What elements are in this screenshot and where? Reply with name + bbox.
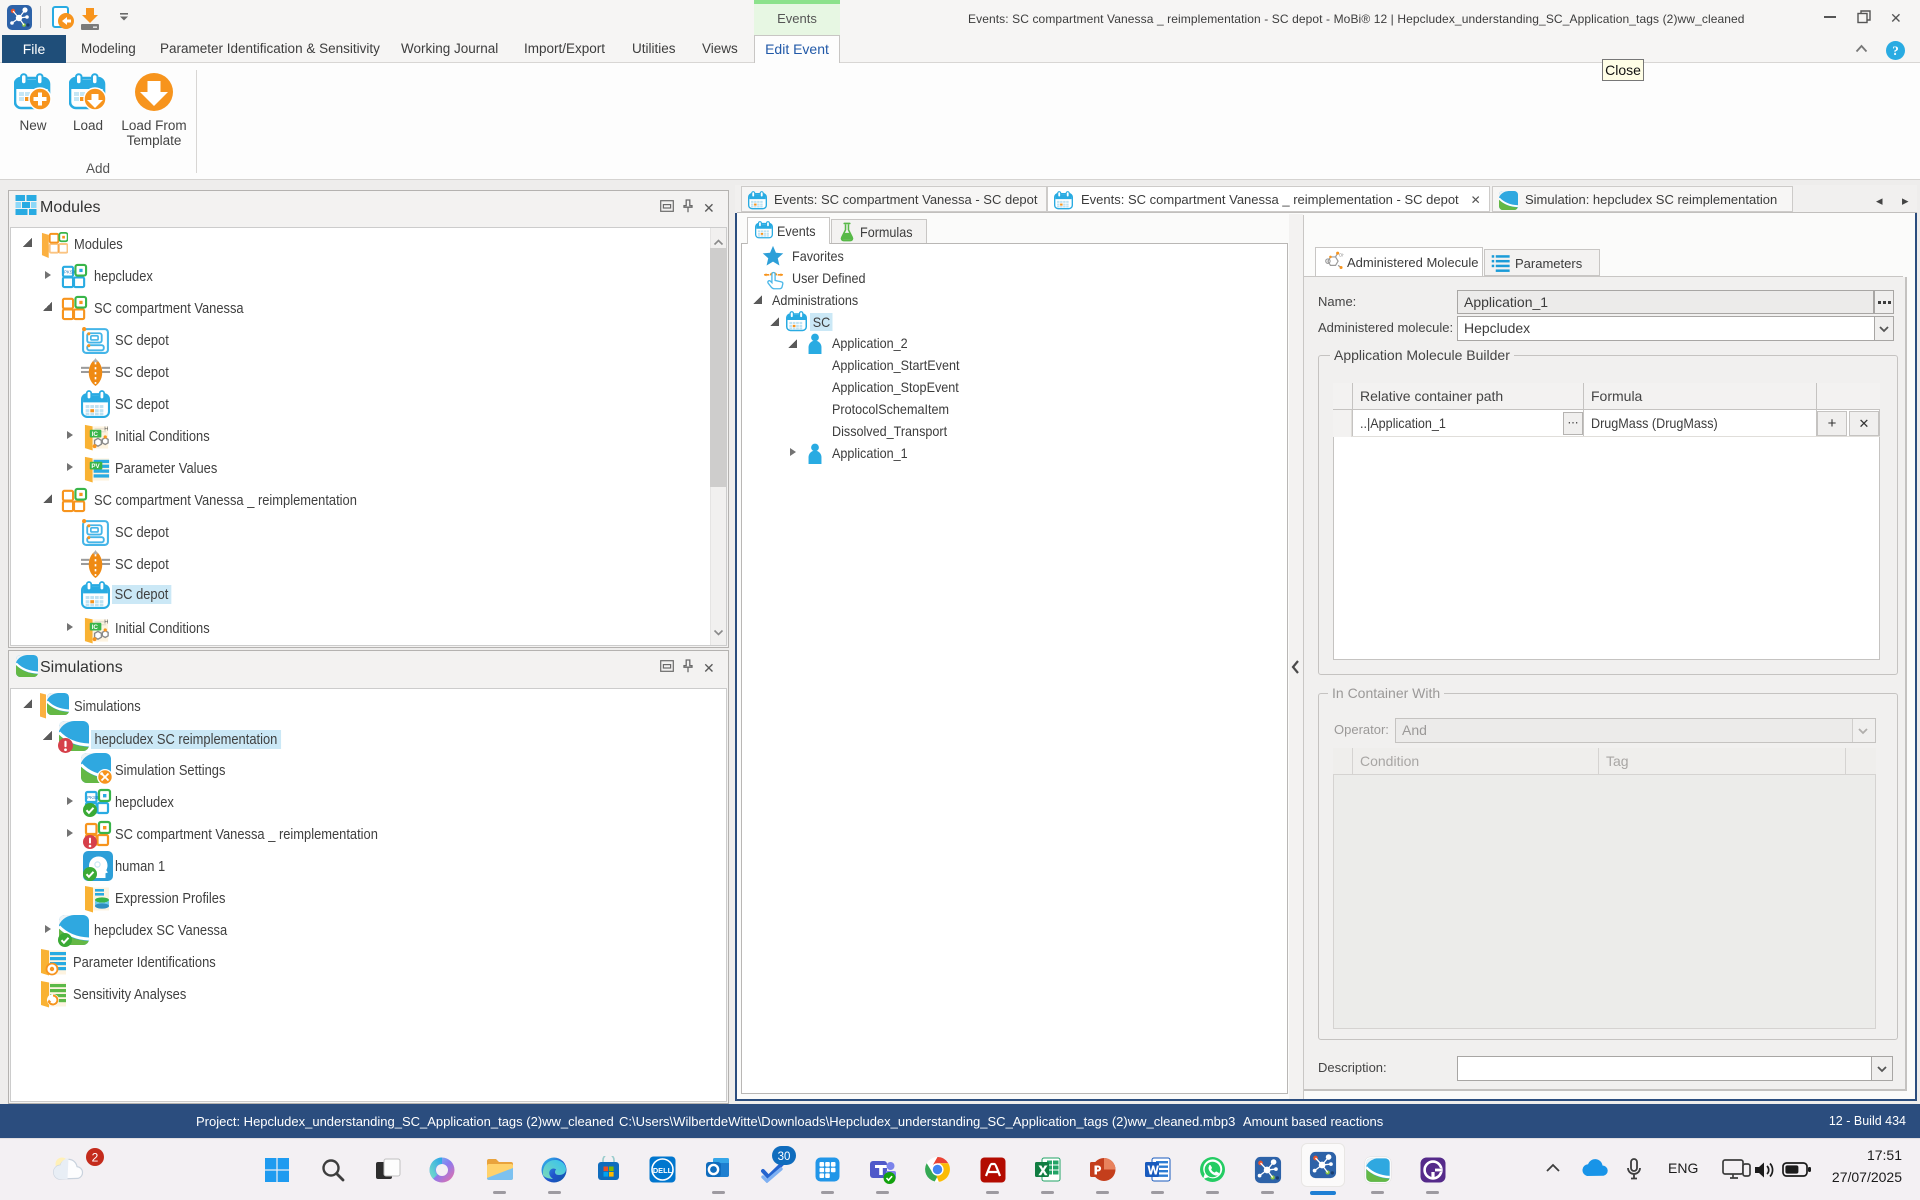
svg-text:2: 2 <box>92 1150 99 1164</box>
svg-text:30: 30 <box>778 1151 791 1163</box>
svg-text:?: ? <box>1892 43 1899 58</box>
svg-text:DELL: DELL <box>653 1166 673 1175</box>
